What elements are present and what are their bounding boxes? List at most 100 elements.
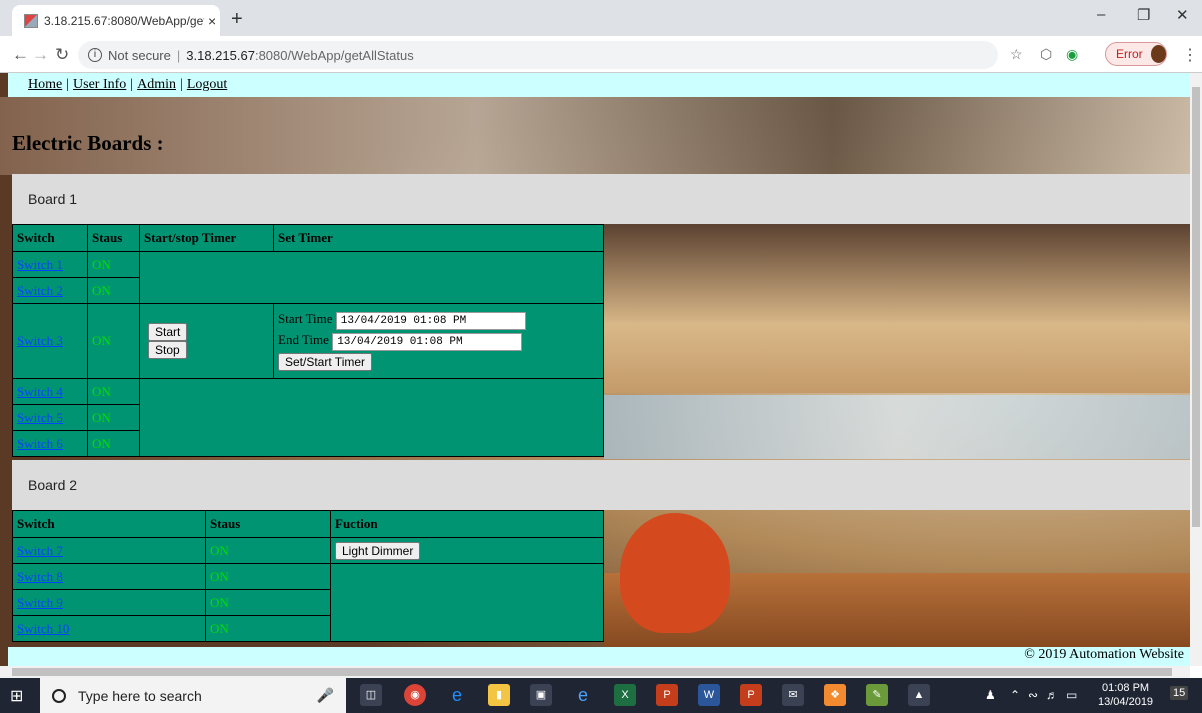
vertical-scrollbar[interactable]: [1190, 73, 1202, 666]
background-photo-window: [604, 395, 1190, 459]
clock-time: 01:08 PM: [1101, 682, 1150, 694]
nav-home-link[interactable]: Home: [28, 77, 62, 93]
browser-tab-strip: 3.18.215.67:8080/WebApp/getAll × + – ❐ ✕: [0, 0, 1202, 36]
board-1-table: Switch Staus Start/stop Timer Set Timer …: [12, 224, 604, 457]
table-row: Switch 8 ON: [12, 563, 604, 642]
taskbar-search[interactable]: Type here to search 🎤: [40, 678, 346, 713]
edge-icon[interactable]: e: [446, 684, 468, 706]
end-time-label: End Time: [278, 332, 329, 347]
close-window-icon[interactable]: ✕: [1176, 6, 1189, 24]
switch-10-link[interactable]: Switch 10: [17, 621, 69, 636]
profile-error-badge[interactable]: Error: [1105, 42, 1167, 66]
error-label: Error: [1116, 47, 1143, 61]
back-icon[interactable]: ←: [12, 45, 29, 65]
nav-user-info-link[interactable]: User Info: [73, 77, 126, 93]
windows-start-icon[interactable]: ⊞: [10, 686, 23, 706]
scrollbar-thumb[interactable]: [12, 668, 1172, 676]
star-icon[interactable]: ☆: [1010, 46, 1023, 63]
light-dimmer-button[interactable]: Light Dimmer: [335, 541, 421, 560]
column-header: Set Timer: [273, 224, 604, 252]
show-hidden-icons-icon[interactable]: ⌃: [1010, 688, 1020, 702]
table-header-row: Switch Staus Fuction: [12, 510, 604, 538]
switch-9-link[interactable]: Switch 9: [17, 595, 63, 610]
table-header-row: Switch Staus Start/stop Timer Set Timer: [12, 224, 604, 252]
reload-icon[interactable]: ↻: [55, 45, 69, 65]
board-2-table: Switch Staus Fuction Switch 7 ON Light D…: [12, 510, 604, 642]
url-host: 3.18.215.67: [186, 47, 255, 63]
nav-separator: |: [180, 77, 183, 92]
column-header: Start/stop Timer: [139, 224, 274, 252]
cortana-icon: [52, 688, 66, 703]
battery-icon[interactable]: ▭: [1066, 688, 1077, 702]
extension-icon[interactable]: ⬡: [1040, 46, 1052, 63]
task-view-icon[interactable]: ◫: [360, 684, 382, 706]
people-icon[interactable]: ♟: [985, 688, 996, 702]
nav-separator: |: [66, 77, 70, 92]
chrome-icon[interactable]: ◉: [404, 684, 426, 706]
search-placeholder: Type here to search: [78, 687, 202, 704]
minimize-icon[interactable]: –: [1097, 6, 1105, 23]
close-tab-icon[interactable]: ×: [208, 13, 216, 29]
board-2-label: Board 2: [12, 460, 1190, 510]
background-photo-ceiling: [0, 97, 1190, 175]
top-nav: Home | User Info | Admin | Logout: [8, 73, 1190, 97]
store-icon[interactable]: ▣: [530, 684, 552, 706]
set-start-timer-button[interactable]: Set/Start Timer: [278, 353, 373, 371]
column-header: Switch: [12, 510, 206, 538]
url-field[interactable]: i Not secure | 3.18.215.67:8080/WebApp/g…: [78, 41, 998, 69]
status-value: ON: [87, 251, 140, 278]
internet-explorer-icon[interactable]: e: [572, 684, 594, 706]
page-footer: © 2019 Automation Website: [8, 647, 1190, 666]
address-bar: ← → ↻ i Not secure | 3.18.215.67:8080/We…: [0, 36, 1202, 73]
switch-6-link[interactable]: Switch 6: [17, 436, 63, 451]
menu-icon[interactable]: ⋮: [1182, 45, 1198, 65]
nav-admin-link[interactable]: Admin: [137, 77, 176, 93]
notepad-icon[interactable]: ✎: [866, 684, 888, 706]
stop-button[interactable]: Stop: [148, 341, 187, 359]
scrollbar-thumb[interactable]: [1192, 87, 1200, 527]
end-time-input[interactable]: 13/04/2019 01:08 PM: [332, 333, 523, 351]
mail-icon[interactable]: ✉: [782, 684, 804, 706]
background-photo-room: [604, 223, 1190, 393]
word-icon[interactable]: W: [698, 684, 720, 706]
restore-icon[interactable]: ❐: [1137, 6, 1150, 24]
taskbar-clock[interactable]: 01:08 PM 13/04/2019: [1098, 681, 1153, 709]
switch-2-link[interactable]: Switch 2: [17, 283, 63, 298]
powerpoint-icon[interactable]: P: [740, 684, 762, 706]
switch-7-link[interactable]: Switch 7: [17, 543, 63, 558]
switch-8-link[interactable]: Switch 8: [17, 569, 63, 584]
start-time-input[interactable]: 13/04/2019 01:08 PM: [335, 312, 526, 330]
photos-icon[interactable]: ▲: [908, 684, 930, 706]
xampp-icon[interactable]: ❖: [824, 684, 846, 706]
volume-icon[interactable]: ♬: [1046, 688, 1058, 702]
table-row: Switch 4 ON: [12, 378, 604, 457]
notifications-badge[interactable]: 15: [1170, 686, 1189, 700]
start-button[interactable]: Start: [148, 323, 188, 341]
switch-3-link[interactable]: Switch 3: [17, 333, 63, 348]
table-row: Switch 7 ON Light Dimmer: [12, 537, 604, 564]
browser-tab[interactable]: 3.18.215.67:8080/WebApp/getAll ×: [12, 5, 220, 36]
status-value: ON: [205, 615, 331, 642]
horizontal-scrollbar[interactable]: [0, 666, 1190, 678]
new-tab-button[interactable]: +: [231, 8, 243, 31]
grammarly-icon[interactable]: ◉: [1066, 46, 1078, 63]
table-row: Switch 3 ON Start Stop Start Time 13/04/…: [12, 303, 604, 379]
info-icon[interactable]: i: [88, 48, 102, 62]
page-viewport: Home | User Info | Admin | Logout Electr…: [0, 73, 1190, 666]
switch-4-link[interactable]: Switch 4: [17, 384, 63, 399]
not-secure-label: Not secure: [108, 47, 171, 63]
nav-logout-link[interactable]: Logout: [187, 77, 227, 93]
microphone-icon[interactable]: 🎤: [317, 687, 334, 704]
switch-1-link[interactable]: Switch 1: [17, 257, 63, 272]
file-explorer-icon[interactable]: ▮: [488, 684, 510, 706]
status-value: ON: [87, 404, 140, 431]
start-time-label: Start Time: [278, 311, 333, 326]
column-header: Staus: [205, 510, 331, 538]
powerpoint-icon[interactable]: P: [656, 684, 678, 706]
page-favicon-icon: [24, 13, 38, 28]
wifi-icon[interactable]: ∾: [1028, 688, 1038, 702]
forward-icon[interactable]: →: [32, 45, 49, 65]
switch-5-link[interactable]: Switch 5: [17, 410, 63, 425]
excel-icon[interactable]: X: [614, 684, 636, 706]
page-title: Electric Boards :: [12, 131, 164, 155]
